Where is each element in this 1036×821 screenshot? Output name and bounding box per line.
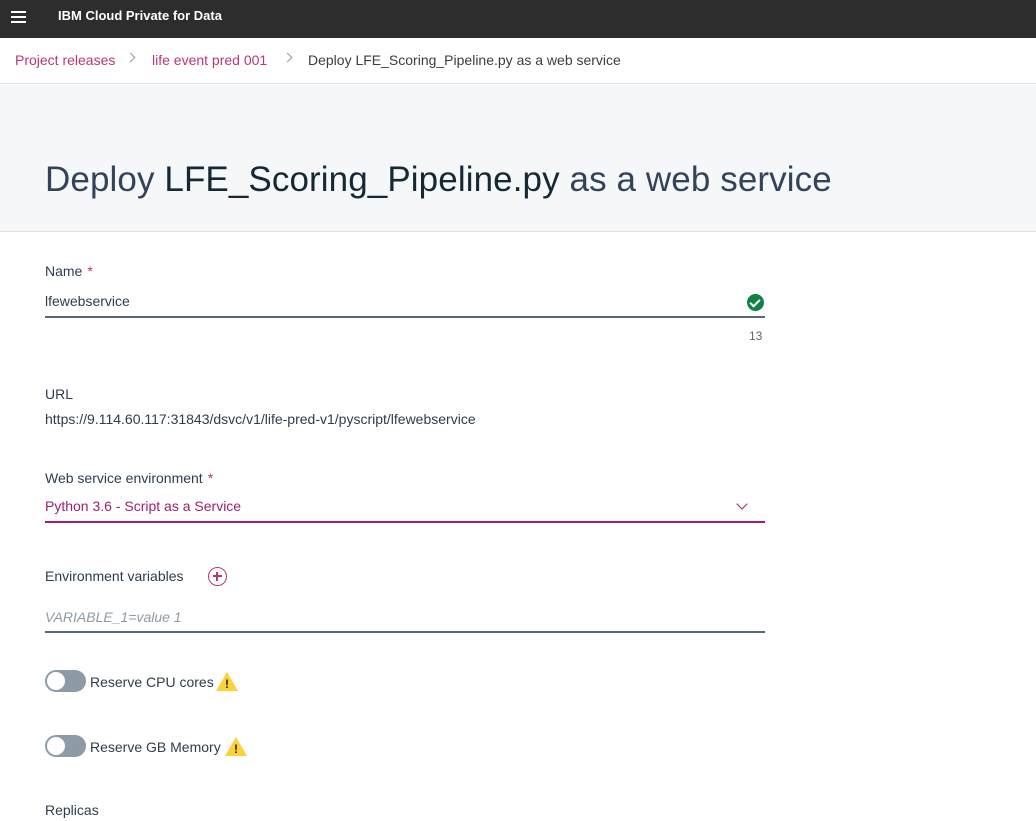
- add-circle-icon[interactable]: [208, 567, 227, 586]
- breadcrumb-project-releases[interactable]: Project releases: [15, 52, 115, 68]
- environment-select[interactable]: Python 3.6 - Script as a Service: [45, 498, 735, 514]
- name-label-text: Name: [45, 263, 83, 279]
- breadcrumb: Project releases life event pred 001 Dep…: [0, 38, 1036, 84]
- app-title: IBM Cloud Private for Data: [58, 8, 222, 23]
- url-value: https://9.114.60.117:31843/dsvc/v1/life-…: [45, 411, 476, 427]
- env-variables-underline: [45, 631, 765, 633]
- breadcrumb-life-event-pred[interactable]: life event pred 001: [152, 52, 267, 68]
- required-marker: *: [87, 263, 93, 279]
- required-marker: *: [207, 470, 214, 486]
- url-label: URL: [45, 386, 74, 402]
- toggle-knob: [47, 672, 65, 690]
- environment-label-text: Web service environment: [45, 470, 203, 486]
- check-circle-icon: [747, 294, 764, 311]
- name-field[interactable]: lfewebservice: [45, 293, 735, 309]
- chevron-right-icon: [282, 52, 293, 63]
- env-variables-input[interactable]: [45, 607, 765, 627]
- toggle-knob: [47, 737, 65, 755]
- reserve-memory-toggle[interactable]: [45, 735, 86, 757]
- chevron-right-icon: [125, 52, 136, 63]
- name-field-underline: [45, 316, 765, 318]
- warning-icon-mark: !: [225, 677, 229, 691]
- page-title-filename: LFE_Scoring_Pipeline.py: [164, 160, 560, 199]
- reserve-cpu-toggle[interactable]: [45, 670, 86, 692]
- page-header: Deploy LFE_Scoring_Pipeline.py as a web …: [0, 85, 1036, 232]
- env-variables-label: Environment variables: [45, 568, 184, 584]
- breadcrumb-current-page: Deploy LFE_Scoring_Pipeline.py as a web …: [308, 52, 621, 68]
- environment-select-underline: [45, 521, 765, 523]
- page-title: Deploy LFE_Scoring_Pipeline.py as a web …: [45, 160, 832, 200]
- hamburger-menu-icon[interactable]: [11, 9, 29, 25]
- name-label: Name *: [45, 263, 93, 279]
- page-title-prefix: Deploy: [45, 160, 165, 199]
- warning-icon-mark: !: [234, 742, 238, 756]
- reserve-cpu-label: Reserve CPU cores: [90, 674, 214, 690]
- top-navigation-bar: IBM Cloud Private for Data: [0, 0, 1036, 38]
- chevron-down-icon[interactable]: [736, 498, 748, 510]
- page-title-suffix: as a web service: [559, 160, 832, 199]
- name-char-count: 13: [749, 329, 763, 343]
- environment-label: Web service environment *: [45, 470, 213, 486]
- replicas-label: Replicas: [45, 802, 99, 818]
- reserve-memory-label: Reserve GB Memory: [90, 739, 221, 755]
